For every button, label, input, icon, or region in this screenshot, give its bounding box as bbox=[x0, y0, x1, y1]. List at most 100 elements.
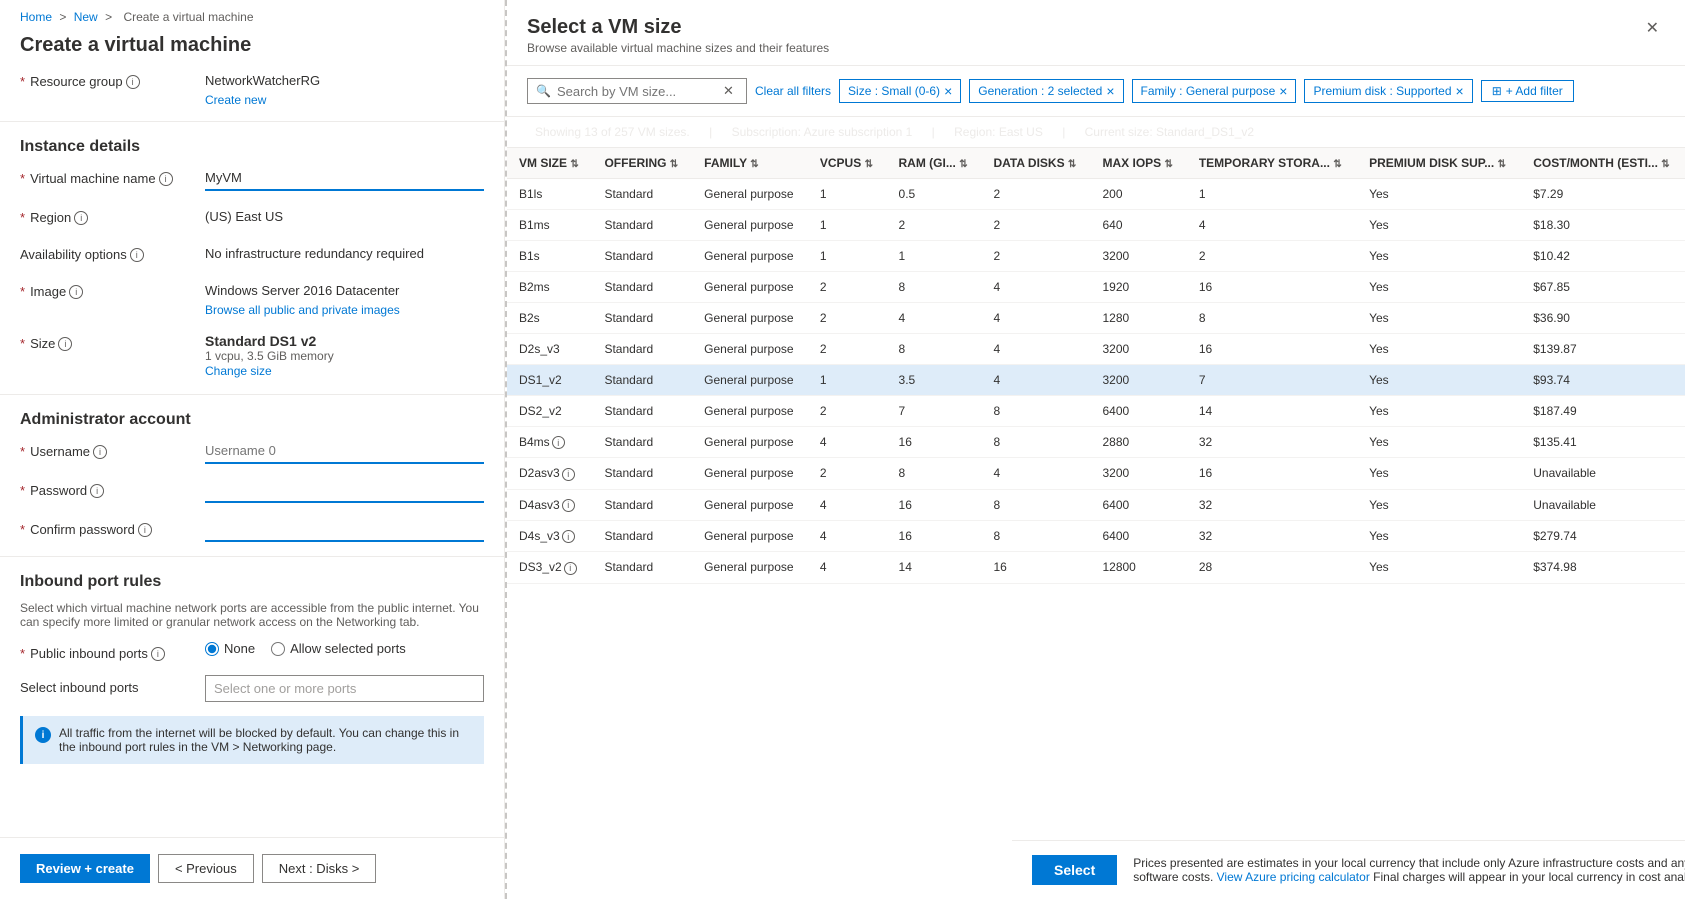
table-row[interactable]: DS2_v2 Standard General purpose 2 7 8 64… bbox=[507, 396, 1685, 427]
public-inbound-info-icon[interactable]: i bbox=[151, 647, 165, 661]
availability-value: No infrastructure redundancy required bbox=[205, 242, 484, 265]
create-new-link[interactable]: Create new bbox=[205, 93, 266, 107]
table-head: VM SIZE ⇅ OFFERING ⇅ FAMILY ⇅ VCPUS ⇅ RA… bbox=[507, 148, 1685, 179]
change-size-link[interactable]: Change size bbox=[205, 364, 272, 378]
cell-offering: Standard bbox=[592, 396, 692, 427]
table-row[interactable]: DS3_v2i Standard General purpose 4 14 16… bbox=[507, 552, 1685, 583]
filter-chip-premium[interactable]: Premium disk : Supported × bbox=[1304, 79, 1472, 103]
row-info-icon[interactable]: i bbox=[564, 562, 577, 575]
cell-maxiops: 6400 bbox=[1090, 396, 1186, 427]
image-control: Windows Server 2016 Datacenter Browse al… bbox=[205, 279, 484, 317]
close-button[interactable]: ✕ bbox=[1640, 16, 1665, 40]
row-info-icon[interactable]: i bbox=[562, 499, 575, 512]
cell-maxiops: 2880 bbox=[1090, 427, 1186, 458]
cell-offering: Standard bbox=[592, 458, 692, 489]
review-create-button[interactable]: Review + create bbox=[20, 854, 150, 883]
password-input[interactable] bbox=[205, 478, 484, 503]
username-label: * Username i bbox=[20, 439, 205, 459]
username-info-icon[interactable]: i bbox=[93, 445, 107, 459]
cell-ram: 14 bbox=[887, 552, 982, 583]
results-current-size: Current size: Standard_DS1_v2 bbox=[1085, 125, 1254, 139]
table-row[interactable]: D4asv3i Standard General purpose 4 16 8 … bbox=[507, 489, 1685, 520]
col-family[interactable]: FAMILY ⇅ bbox=[692, 148, 808, 179]
filter-chip-size-remove[interactable]: × bbox=[944, 83, 952, 99]
col-tempstorage[interactable]: TEMPORARY STORA... ⇅ bbox=[1187, 148, 1357, 179]
confirm-password-label: * Confirm password i bbox=[20, 517, 205, 537]
filter-chip-premium-remove[interactable]: × bbox=[1456, 83, 1464, 99]
username-input[interactable] bbox=[205, 439, 484, 464]
cell-offering: Standard bbox=[592, 210, 692, 241]
col-offering[interactable]: OFFERING ⇅ bbox=[592, 148, 692, 179]
filter-chip-generation-remove[interactable]: × bbox=[1106, 83, 1114, 99]
filter-chip-size[interactable]: Size : Small (0-6) × bbox=[839, 79, 961, 103]
col-ram[interactable]: RAM (GI... ⇅ bbox=[887, 148, 982, 179]
col-cost[interactable]: COST/MONTH (ESTI... ⇅ bbox=[1521, 148, 1685, 179]
col-datadisks[interactable]: DATA DISKS ⇅ bbox=[981, 148, 1090, 179]
filter-chip-family[interactable]: Family : General purpose × bbox=[1132, 79, 1297, 103]
image-info-icon[interactable]: i bbox=[69, 285, 83, 299]
none-radio[interactable] bbox=[205, 642, 219, 656]
cell-maxiops: 3200 bbox=[1090, 241, 1186, 272]
filter-chip-generation[interactable]: Generation : 2 selected × bbox=[969, 79, 1123, 103]
resource-group-info-icon[interactable]: i bbox=[126, 75, 140, 89]
table-row[interactable]: DS1_v2 Standard General purpose 1 3.5 4 … bbox=[507, 365, 1685, 396]
search-clear-icon[interactable]: ✕ bbox=[723, 83, 734, 99]
pricing-calculator-link[interactable]: View Azure pricing calculator bbox=[1217, 870, 1370, 884]
allow-radio-item[interactable]: Allow selected ports bbox=[271, 641, 406, 656]
cell-maxiops: 3200 bbox=[1090, 334, 1186, 365]
home-link[interactable]: Home bbox=[20, 10, 52, 24]
row-info-icon[interactable]: i bbox=[562, 468, 575, 481]
vm-name-input[interactable]: MyVM bbox=[205, 166, 484, 191]
search-input[interactable] bbox=[557, 84, 717, 99]
cell-maxiops: 6400 bbox=[1090, 489, 1186, 520]
table-row[interactable]: B1ls Standard General purpose 1 0.5 2 20… bbox=[507, 179, 1685, 210]
filter-bar: 🔍 ✕ Clear all filters Size : Small (0-6)… bbox=[507, 66, 1685, 117]
browse-images-link[interactable]: Browse all public and private images bbox=[205, 303, 400, 317]
filter-chip-family-remove[interactable]: × bbox=[1279, 83, 1287, 99]
table-row[interactable]: B4msi Standard General purpose 4 16 8 28… bbox=[507, 427, 1685, 458]
col-vcpus[interactable]: VCPUS ⇅ bbox=[808, 148, 887, 179]
password-info-icon[interactable]: i bbox=[90, 484, 104, 498]
col-vmsize[interactable]: VM SIZE ⇅ bbox=[507, 148, 592, 179]
table-row[interactable]: D2asv3i Standard General purpose 2 8 4 3… bbox=[507, 458, 1685, 489]
next-button[interactable]: Next : Disks > bbox=[262, 854, 377, 883]
vm-name-info-icon[interactable]: i bbox=[159, 172, 173, 186]
col-maxiops[interactable]: MAX IOPS ⇅ bbox=[1090, 148, 1186, 179]
table-row[interactable]: B1ms Standard General purpose 1 2 2 640 … bbox=[507, 210, 1685, 241]
instance-details-header: Instance details bbox=[0, 121, 504, 166]
cell-maxiops: 640 bbox=[1090, 210, 1186, 241]
panel-header: Select a VM size Browse available virtua… bbox=[507, 0, 1685, 66]
previous-button[interactable]: < Previous bbox=[158, 854, 254, 883]
table-row[interactable]: D4s_v3i Standard General purpose 4 16 8 … bbox=[507, 520, 1685, 551]
table-row[interactable]: B1s Standard General purpose 1 1 2 3200 … bbox=[507, 241, 1685, 272]
new-link[interactable]: New bbox=[74, 10, 98, 24]
region-info-icon[interactable]: i bbox=[74, 211, 88, 225]
cell-maxiops: 1920 bbox=[1090, 272, 1186, 303]
availability-info-icon[interactable]: i bbox=[130, 248, 144, 262]
table-row[interactable]: B2s Standard General purpose 2 4 4 1280 … bbox=[507, 303, 1685, 334]
cell-tempstorage: 32 bbox=[1187, 520, 1357, 551]
confirm-password-input[interactable] bbox=[205, 517, 484, 542]
cell-maxiops: 6400 bbox=[1090, 520, 1186, 551]
none-radio-item[interactable]: None bbox=[205, 641, 255, 656]
allow-radio[interactable] bbox=[271, 642, 285, 656]
table-row[interactable]: D2s_v3 Standard General purpose 2 8 4 32… bbox=[507, 334, 1685, 365]
cell-vcpus: 2 bbox=[808, 396, 887, 427]
add-filter-button[interactable]: ⊞ + Add filter bbox=[1481, 80, 1574, 102]
row-info-icon[interactable]: i bbox=[562, 530, 575, 543]
cell-tempstorage: 8 bbox=[1187, 303, 1357, 334]
vm-name-label: * Virtual machine name i bbox=[20, 166, 205, 186]
cell-cost: $93.74 bbox=[1521, 365, 1685, 396]
size-info-icon[interactable]: i bbox=[58, 337, 72, 351]
confirm-password-info-icon[interactable]: i bbox=[138, 523, 152, 537]
cell-cost: $279.74 bbox=[1521, 520, 1685, 551]
cell-family: General purpose bbox=[692, 334, 808, 365]
row-info-icon[interactable]: i bbox=[552, 436, 565, 449]
col-premiumdisk[interactable]: PREMIUM DISK SUP... ⇅ bbox=[1357, 148, 1521, 179]
select-button[interactable]: Select bbox=[1032, 855, 1117, 885]
cell-cost: $10.42 bbox=[1521, 241, 1685, 272]
clear-filters-link[interactable]: Clear all filters bbox=[755, 84, 831, 98]
port-dropdown[interactable]: Select one or more ports bbox=[205, 675, 484, 702]
table-row[interactable]: B2ms Standard General purpose 2 8 4 1920… bbox=[507, 272, 1685, 303]
cell-vmsize: B4msi bbox=[507, 427, 592, 458]
